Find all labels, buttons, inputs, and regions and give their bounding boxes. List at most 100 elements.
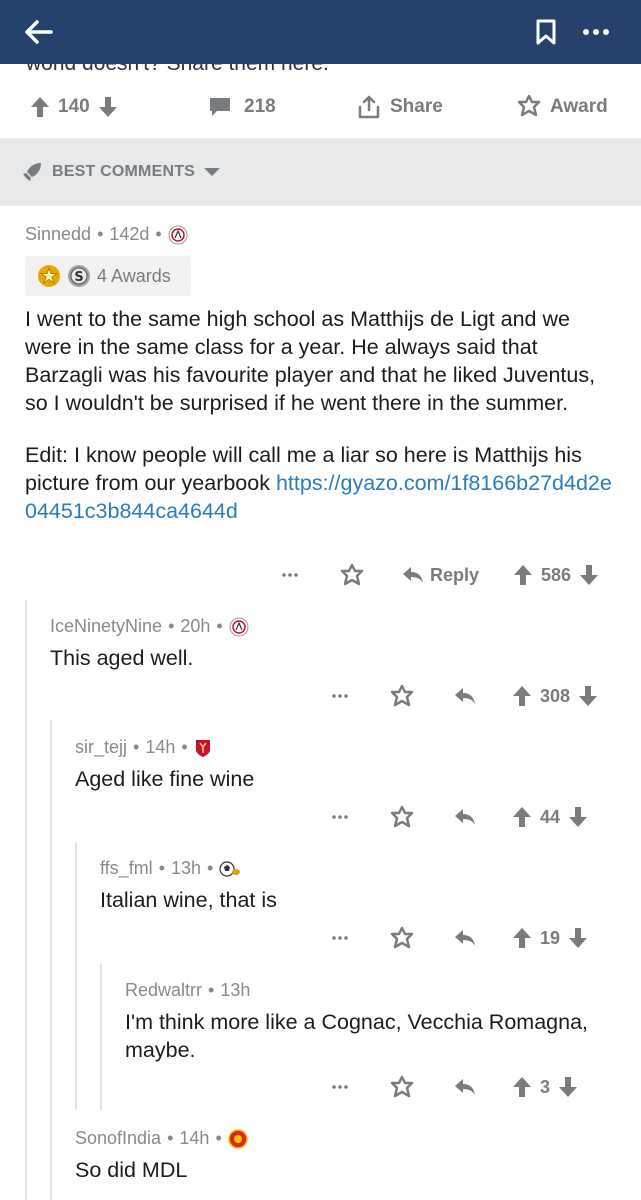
share-button[interactable]: Share	[356, 94, 443, 120]
award-icon[interactable]	[390, 805, 414, 829]
post-action-bar: 140 218 Share Award	[0, 76, 641, 138]
post-comments-button[interactable]: 218	[208, 96, 276, 118]
post-title-fragment: world doesn't? Share them here.	[26, 64, 329, 74]
upvote-icon[interactable]	[512, 806, 532, 828]
comment-body: I'm think more like a Cognac, Vecchia Ro…	[125, 1010, 588, 1062]
sort-bar: BEST COMMENTS	[0, 138, 641, 206]
comment-body: This aged well.	[50, 646, 194, 670]
reply-icon[interactable]	[454, 687, 476, 705]
more-options-icon[interactable]	[330, 815, 350, 819]
comment-age: 14h	[145, 737, 176, 757]
comment-author[interactable]: sir_tejj	[75, 737, 127, 758]
awards-badge[interactable]: S 4 Awards	[25, 256, 191, 296]
comment-vote: 586	[513, 564, 599, 586]
reply-button[interactable]: Reply	[402, 565, 479, 586]
arrow-left-icon	[25, 20, 53, 44]
more-options-icon[interactable]	[330, 936, 350, 940]
share-icon	[358, 95, 380, 119]
comment-meta: ffs_fml • 13h •	[100, 858, 241, 879]
comment-score: 586	[541, 564, 572, 585]
comment-author[interactable]: Redwaltrr	[125, 980, 202, 1001]
sort-dropdown[interactable]: BEST COMMENTS	[20, 160, 221, 184]
save-button[interactable]	[528, 14, 564, 50]
upvote-icon[interactable]	[30, 96, 50, 118]
comment-meta: sir_tejj • 14h •	[75, 737, 212, 758]
downvote-icon[interactable]	[568, 927, 588, 949]
more-options-icon[interactable]	[280, 573, 300, 577]
comment-meta: IceNinetyNine • 20h •	[50, 616, 249, 637]
downvote-icon[interactable]	[568, 806, 588, 828]
app-bar	[0, 0, 641, 64]
reply-icon[interactable]	[454, 929, 476, 947]
comment-body: So did MDL	[75, 1158, 188, 1182]
gold-award-icon	[38, 265, 60, 287]
downvote-icon[interactable]	[579, 564, 599, 586]
comment-actions: 19	[330, 921, 588, 955]
downvote-icon[interactable]	[558, 1076, 578, 1098]
comment-age: 13h	[171, 858, 202, 878]
thread-line[interactable]	[75, 842, 77, 1110]
thread-line[interactable]	[100, 964, 102, 1110]
upvote-icon[interactable]	[512, 685, 532, 707]
share-label: Share	[390, 96, 443, 117]
reply-icon[interactable]	[454, 808, 476, 826]
comment-vote: 3	[512, 1076, 578, 1098]
award-label: Award	[550, 96, 608, 117]
post-comment-count: 218	[244, 96, 276, 117]
upvote-icon[interactable]	[513, 564, 533, 586]
reply-label: Reply	[430, 564, 480, 585]
comment-author[interactable]: ffs_fml	[100, 858, 153, 879]
comment-meta: Redwaltrr • 13h	[125, 980, 251, 1001]
comment-meta: Sinnedd • 142d •	[25, 224, 188, 245]
award-button[interactable]: Award	[516, 94, 608, 120]
comment-vote: 308	[512, 685, 598, 707]
awards-label: 4 Awards	[97, 265, 171, 286]
back-button[interactable]	[18, 12, 58, 52]
comment-vote: 44	[512, 806, 588, 828]
downvote-icon[interactable]	[578, 685, 598, 707]
comment-author[interactable]: IceNinetyNine	[50, 616, 162, 637]
award-icon	[517, 94, 541, 117]
comment-score: 308	[540, 685, 571, 706]
more-options-icon[interactable]	[330, 694, 350, 698]
comment-paragraph-edit: Edit: I know people will call me a liar …	[25, 443, 612, 523]
comment-actions: Reply 586	[280, 558, 599, 592]
bookmark-icon	[536, 19, 556, 45]
sort-label: BEST COMMENTS	[52, 163, 196, 180]
comment-author[interactable]: Sinnedd	[25, 224, 91, 245]
svg-text:S: S	[74, 270, 83, 285]
comment-score: 19	[540, 927, 561, 948]
award-icon[interactable]	[390, 926, 414, 950]
thread-line[interactable]	[25, 600, 27, 1200]
post-score: 140	[58, 96, 90, 117]
comment-score: 44	[540, 806, 561, 827]
comment-actions: 308	[330, 679, 598, 713]
rocket-icon	[23, 163, 41, 181]
flair-manutd-icon	[228, 1128, 248, 1149]
comment-age: 14h	[179, 1128, 210, 1148]
comment-body: Aged like fine wine	[75, 767, 255, 791]
reply-icon[interactable]	[454, 1078, 476, 1096]
comment-body: I went to the same high school as Matthi…	[25, 305, 617, 525]
more-options-button[interactable]	[574, 14, 618, 50]
thread-line[interactable]	[50, 720, 52, 1200]
comment-actions: 44	[330, 800, 588, 834]
comment-actions: 3	[330, 1070, 578, 1104]
award-icon[interactable]	[390, 684, 414, 708]
upvote-icon[interactable]	[512, 927, 532, 949]
flair-ajax-icon	[168, 225, 188, 244]
flair-ajax-icon	[229, 617, 249, 636]
downvote-icon[interactable]	[98, 96, 118, 118]
comment-age: 20h	[180, 616, 211, 636]
comment-author[interactable]: SonofIndia	[75, 1128, 161, 1149]
flair-football-icon	[219, 860, 241, 877]
award-icon[interactable]	[340, 563, 364, 587]
upvote-icon[interactable]	[512, 1076, 532, 1098]
more-options-icon[interactable]	[330, 1085, 350, 1089]
comment-body: Italian wine, that is	[100, 888, 277, 912]
comment-icon	[210, 98, 230, 116]
comment-score: 3	[540, 1076, 551, 1097]
flair-liverpool-icon	[195, 739, 210, 757]
award-icon[interactable]	[390, 1075, 414, 1099]
silver-award-icon: S	[68, 265, 90, 287]
